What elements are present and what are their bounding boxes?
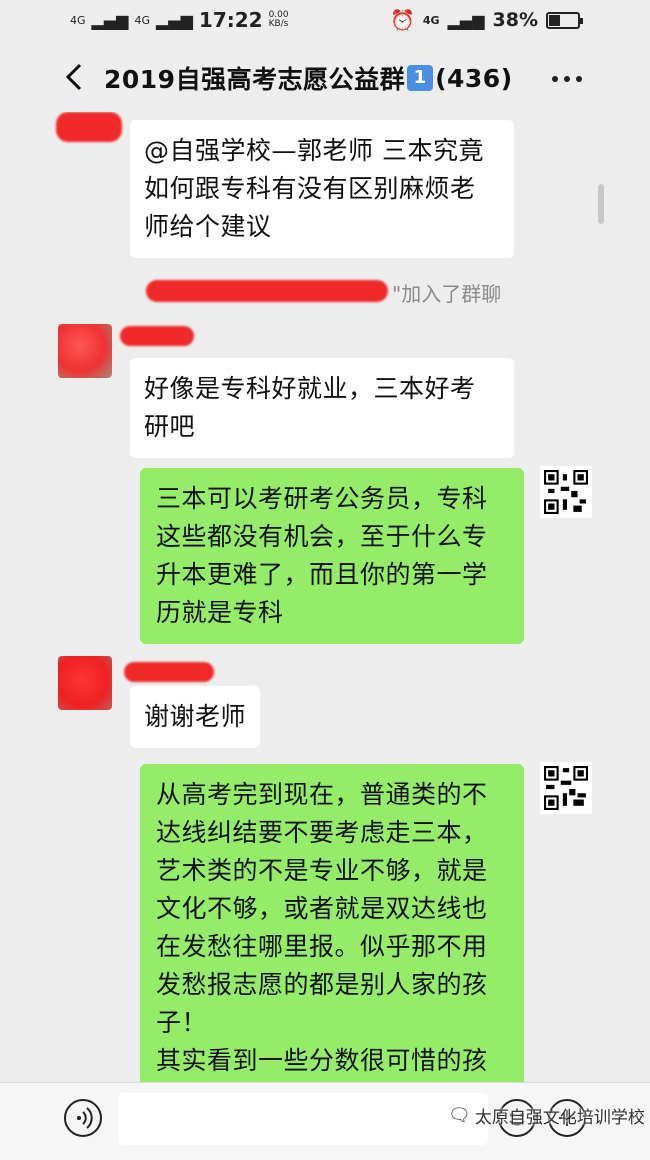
- avatar[interactable]: [58, 324, 112, 378]
- system-join-message: "加入了群聊: [392, 282, 502, 306]
- scrollbar[interactable]: [598, 184, 604, 224]
- alarm-icon: ⏰: [390, 8, 415, 32]
- watermark: 🗨 太原自强文化培训学校: [448, 1103, 645, 1128]
- voice-icon[interactable]: [64, 1099, 102, 1137]
- status-right: ⏰ 4G ▂▄▆ 38%: [390, 8, 583, 32]
- group-badge: 1: [407, 65, 434, 91]
- status-bar: 4G ▂▄▆ 4G ▂▄▆ 17:22 0.00 KB/s ⏰ 4G ▂▄▆ 3…: [0, 0, 650, 42]
- avatar[interactable]: [58, 656, 112, 710]
- more-icon[interactable]: [552, 76, 582, 82]
- signal-1-icon: ▂▄▆: [91, 10, 129, 30]
- member-count: (436): [435, 63, 513, 93]
- signal-1-label: 4G: [70, 13, 86, 27]
- network-speed: 0.00 KB/s: [268, 10, 289, 29]
- input-bar: 🗨 太原自强文化培训学校: [0, 1082, 650, 1160]
- redacted-name: [146, 280, 388, 302]
- chat-title: 2019自强高考志愿公益群 1 (436): [104, 60, 513, 96]
- qr-avatar-icon[interactable]: [540, 466, 592, 518]
- qr-code-icon: [544, 766, 588, 810]
- network-type: 4G: [422, 13, 440, 27]
- qr-avatar-icon[interactable]: [540, 762, 592, 814]
- status-left: 4G ▂▄▆ 4G ▂▄▆ 17:22 0.00 KB/s: [70, 8, 293, 32]
- chat-header: 2019自强高考志愿公益群 1 (436): [0, 42, 650, 112]
- back-arrow-icon[interactable]: [64, 62, 84, 92]
- redacted-name: [124, 662, 214, 682]
- signal-3-icon: ▂▄▆: [447, 10, 485, 30]
- message-bubble-3[interactable]: 三本可以考研考公务员，专科这些都没有机会，至于什么专升本更难了，而且你的第一学历…: [140, 468, 524, 644]
- battery-percent: 38%: [492, 9, 538, 31]
- qr-code-icon: [544, 470, 588, 514]
- signal-2-icon: ▂▄▆: [155, 10, 193, 30]
- watermark-text: 太原自强文化培训学校: [474, 1108, 645, 1128]
- signal-2-label: 4G: [134, 13, 150, 27]
- message-bubble-2[interactable]: 好像是专科好就业，三本好考研吧: [130, 358, 514, 458]
- message-input[interactable]: [118, 1093, 488, 1145]
- group-name: 2019自强高考志愿公益群: [104, 65, 406, 94]
- battery-level: [549, 14, 561, 26]
- message-bubble-1[interactable]: @自强学校—郭老师 三本究竟如何跟专科有没有区别麻烦老师给个建议: [130, 120, 514, 258]
- clock: 17:22: [198, 8, 263, 32]
- battery-icon: [546, 11, 583, 29]
- redacted-name: [120, 326, 194, 346]
- redacted-avatar: [56, 112, 122, 142]
- wechat-logo-icon: 🗨: [448, 1105, 471, 1126]
- message-list[interactable]: @自强学校—郭老师 三本究竟如何跟专科有没有区别麻烦老师给个建议 "加入了群聊 …: [0, 112, 650, 1082]
- message-bubble-4[interactable]: 谢谢老师: [130, 686, 260, 748]
- message-bubble-5[interactable]: 从高考完到现在，普通类的不达线纠结要不要考虑走三本，艺术类的不是专业不够，就是文…: [140, 764, 524, 1082]
